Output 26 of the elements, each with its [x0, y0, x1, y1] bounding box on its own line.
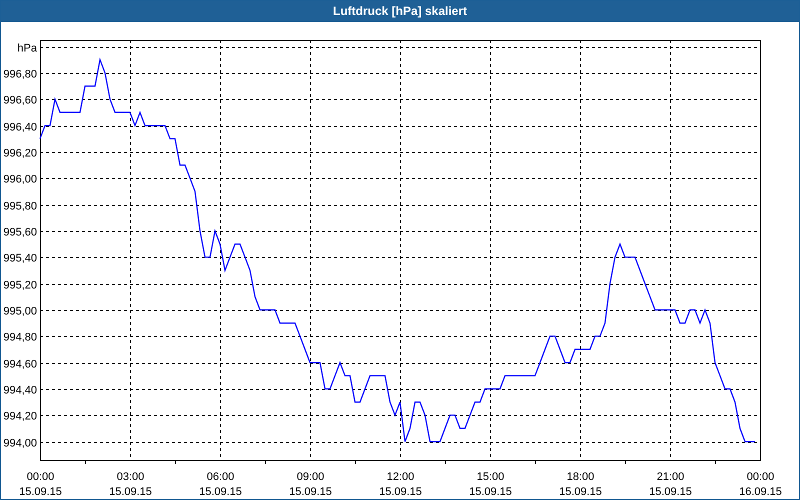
x-tick-label: 12:00 15.09.15: [379, 471, 422, 498]
y-tick-label: 994,40: [3, 384, 37, 396]
y-tick-label: 995,00: [3, 306, 37, 318]
y-tick-label: 994,80: [3, 332, 37, 344]
y-tick-label: 996,60: [3, 94, 37, 106]
y-tick-label: 994,20: [3, 410, 37, 422]
y-tick-label: 995,40: [3, 252, 37, 264]
window-title: Luftdruck [hPa] skaliert: [332, 3, 468, 20]
x-tick-label: 00:00 16.09.15: [739, 471, 782, 498]
y-tick-label: 996,80: [3, 68, 37, 80]
x-tick-label: 18:00 15.09.15: [559, 471, 602, 498]
y-tick-label: 996,00: [3, 174, 37, 186]
y-tick-label: 995,60: [3, 226, 37, 238]
x-tick-label: 00:00 15.09.15: [19, 471, 62, 498]
y-tick-label: 996,40: [3, 122, 37, 134]
y-tick-label: 996,20: [3, 148, 37, 160]
y-tick-label: 994,00: [3, 438, 37, 450]
y-tick-label: 995,20: [3, 280, 37, 292]
x-tick-label: 03:00 15.09.15: [109, 471, 152, 498]
x-tick-label: 21:00 15.09.15: [649, 471, 692, 498]
y-tick-label: 995,80: [3, 200, 37, 212]
x-tick-label: 06:00 15.09.15: [199, 471, 242, 498]
y-tick-label: 994,60: [3, 358, 37, 370]
x-tick-label: 15:00 15.09.15: [469, 471, 512, 498]
x-tick-label: 09:00 15.09.15: [289, 471, 332, 498]
y-tick-label: hPa: [17, 42, 37, 54]
